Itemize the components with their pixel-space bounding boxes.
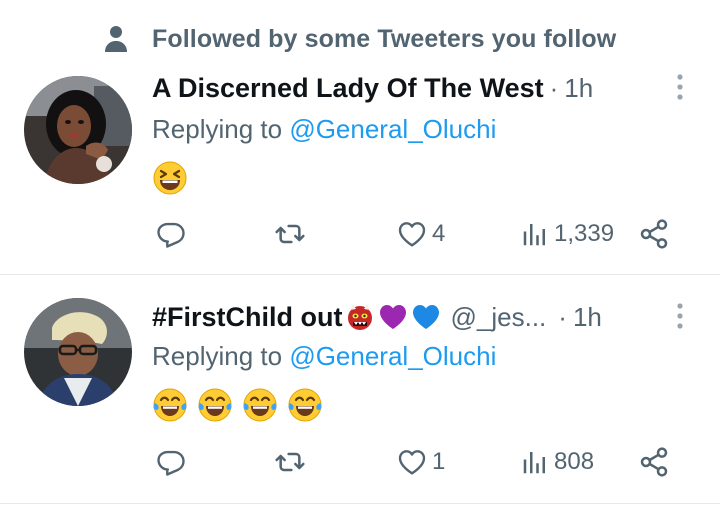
share-button[interactable] [638,442,670,482]
heart-icon [396,218,428,250]
view-count: 1,339 [554,220,615,247]
timestamp[interactable]: 1h [573,302,602,333]
share-icon [638,218,670,250]
reply-icon [156,447,186,477]
display-name[interactable]: A Discerned Lady Of The West [152,73,544,104]
share-icon [638,446,670,478]
grinning-squinting-face-emoji [152,160,188,196]
avatar[interactable] [24,298,132,406]
purple-heart-emoji [378,302,408,332]
like-button[interactable]: 4 [396,214,445,254]
retweet-icon [274,218,306,250]
like-count: 4 [432,220,446,247]
tweet-header: A Discerned Lady Of The West · 1h [152,70,593,106]
retweet-icon [274,446,306,478]
replying-to-label: Replying to [152,341,283,371]
replying-to: Replying to @General_Oluchi [152,341,496,372]
face-with-tears-of-joy-emoji [287,387,323,423]
timestamp[interactable]: 1h [564,73,593,104]
separator-dot: · [549,72,559,103]
replying-to: Replying to @General_Oluchi [152,114,496,145]
tweet[interactable]: A Discerned Lady Of The West · 1h Replyi… [0,0,720,274]
like-count: 1 [432,448,446,475]
retweet-button[interactable] [274,214,310,254]
ogre-emoji [345,302,375,332]
reply-icon [156,219,186,249]
face-with-tears-of-joy-emoji [197,387,233,423]
heart-icon [396,446,428,478]
divider [0,503,720,504]
mention-link[interactable]: @General_Oluchi [289,341,496,371]
mention-link[interactable]: @General_Oluchi [289,114,496,144]
tweet-actions: 4 1,339 [152,214,682,254]
views-button[interactable]: 808 [520,442,594,482]
tweet-text [152,387,323,423]
face-with-tears-of-joy-emoji [152,387,188,423]
tweet[interactable]: #FirstChild out @_jes... · 1h Replying t… [0,275,720,509]
views-icon [520,447,550,477]
handle[interactable]: @_jes... [451,302,547,333]
reply-button[interactable] [156,442,190,482]
avatar[interactable] [24,76,132,184]
like-button[interactable]: 1 [396,442,445,482]
tweet-actions: 1 808 [152,442,682,482]
face-with-tears-of-joy-emoji [242,387,278,423]
share-button[interactable] [638,214,670,254]
tweet-text [152,160,188,196]
reply-button[interactable] [156,214,190,254]
separator-dot: · [558,301,567,332]
blue-heart-emoji [411,302,441,332]
views-icon [520,219,550,249]
replying-to-label: Replying to [152,114,283,144]
display-name[interactable]: #FirstChild out [152,302,343,333]
more-options-icon[interactable] [672,301,688,331]
more-options-icon[interactable] [672,72,688,102]
retweet-button[interactable] [274,442,310,482]
views-button[interactable]: 1,339 [520,214,614,254]
tweet-header: #FirstChild out @_jes... · 1h [152,299,602,335]
view-count: 808 [554,448,595,475]
